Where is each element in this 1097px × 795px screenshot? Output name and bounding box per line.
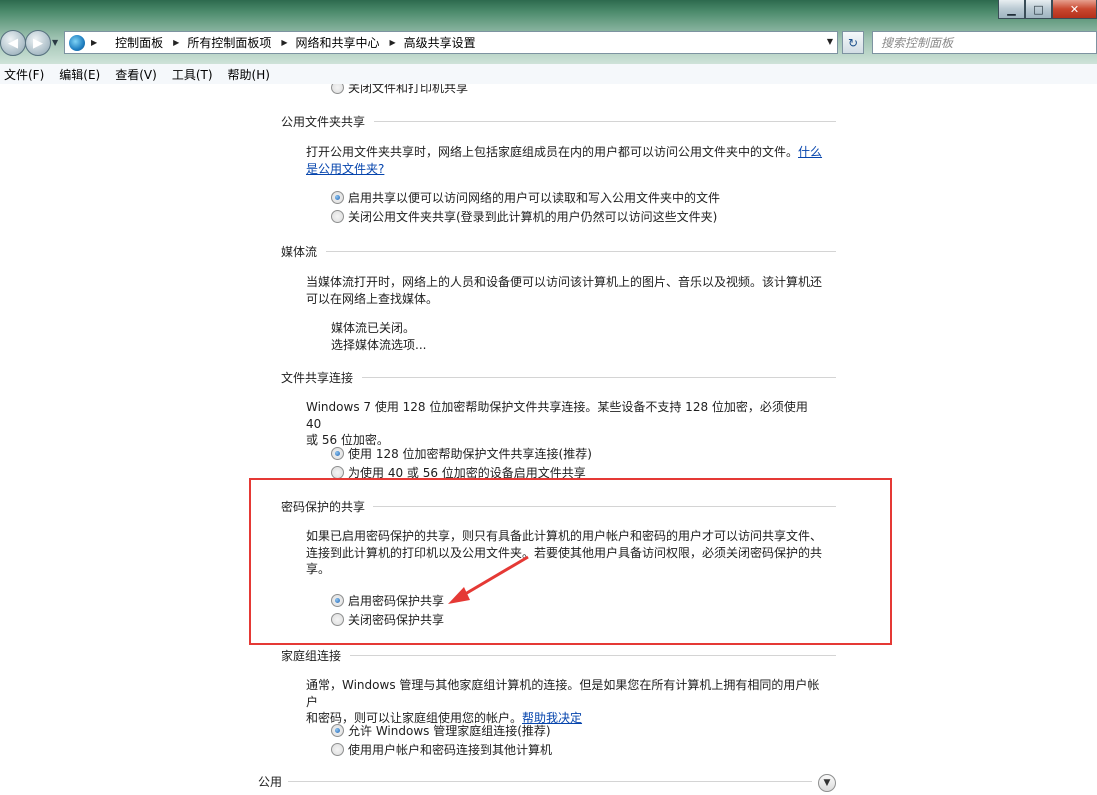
back-button[interactable]: ◀ [0,30,26,56]
radio-circle [331,743,344,756]
menu-view[interactable]: 查看(V) [115,66,157,83]
menu-bar: 文件(F) 编辑(E) 查看(V) 工具(T) 帮助(H) [0,64,1097,84]
menu-help[interactable]: 帮助(H) [228,66,270,83]
radio-circle [331,447,344,460]
breadcrumb-label: 所有控制面板项 [187,36,272,50]
public-folder-description: 打开公用文件夹共享时，网络上包括家庭组成员在内的用户都可以访问公用文件夹中的文件… [306,144,826,177]
description-text: 打开公用文件夹共享时，网络上包括家庭组成员在内的用户都可以访问公用文件夹中的文件… [306,145,799,159]
breadcrumb-root[interactable]: ▶ [91,38,105,47]
breadcrumb-label: 高级共享设置 [403,36,476,50]
expand-profile-button[interactable]: ▼ [818,774,836,792]
divider [350,655,836,656]
radio-public-folder-on[interactable]: 启用共享以便可以访问网络的用户可以读取和写入公用文件夹中的文件 [331,189,720,206]
radio-public-folder-off[interactable]: 关闭公用文件夹共享(登录到此计算机的用户仍然可以访问这些文件夹) [331,208,717,225]
refresh-button[interactable]: ↻ [842,31,864,54]
file-sharing-description: Windows 7 使用 128 位加密帮助保护文件共享连接。某些设备不支持 1… [306,399,826,449]
breadcrumb-label: 控制面板 [115,36,164,50]
radio-label: 允许 Windows 管理家庭组连接(推荐) [348,724,551,738]
radio-windows-manage-homegroup[interactable]: 允许 Windows 管理家庭组连接(推荐) [331,722,551,739]
radio-circle [331,210,344,223]
media-status: 媒体流已关闭。 [331,321,416,335]
description-line: 可以在网络上查找媒体。 [306,291,439,306]
media-description: 当媒体流打开时，网络上的人员和设备便可以访问该计算机上的图片、音乐以及视频。该计… [306,274,826,307]
profile-heading-public: 公用 [258,775,283,789]
chevron-right-icon: ▶ [389,38,396,47]
radio-128-bit[interactable]: 使用 128 位加密帮助保护文件共享连接(推荐) [331,445,592,462]
breadcrumb-advanced-sharing[interactable]: ▶ 高级共享设置 [390,34,476,51]
annotation-highlight-box [249,478,892,645]
close-button[interactable]: ✕ [1052,0,1097,19]
chevron-down-icon: ▼ [823,778,831,788]
description-line: 通常，Windows 管理与其他家庭组计算机的连接。但是如果您在所有计算机上拥有… [306,678,820,709]
description-line: Windows 7 使用 128 位加密帮助保护文件共享连接。某些设备不支持 1… [306,400,808,431]
divider [288,781,812,782]
radio-label: 使用用户帐户和密码连接到其他计算机 [348,743,553,757]
advanced-sharing-settings: 关闭文件和打印机共享 公用文件夹共享 打开公用文件夹共享时，网络上包括家庭组成员… [0,84,1097,795]
arrow-right-icon: ▶ [33,35,43,51]
recent-pages-dropdown[interactable]: ▼ [52,38,58,47]
forward-button[interactable]: ▶ [25,30,51,56]
window-titlebar: ▁ □ ✕ ◀ ▶ ▼ ▶ 控制面板 ▶ 所有控制面板项 ▶ 网络和共享中心 ▶ 高级… [0,0,1097,64]
address-bar[interactable]: ▶ 控制面板 ▶ 所有控制面板项 ▶ 网络和共享中心 ▶ 高级共享设置 ▼ [64,31,838,54]
chevron-right-icon: ▶ [91,38,98,47]
control-panel-icon [69,34,85,51]
radio-label: 启用共享以便可以访问网络的用户可以读取和写入公用文件夹中的文件 [348,191,721,205]
window-controls: ▁ □ ✕ [998,0,1097,20]
radio-circle [331,724,344,737]
search-box[interactable] [872,31,1097,54]
radio-label: 关闭公用文件夹共享(登录到此计算机的用户仍然可以访问这些文件夹) [348,210,718,224]
breadcrumb-network-center[interactable]: ▶ 网络和共享中心 [281,34,379,51]
radio-use-user-accounts[interactable]: 使用用户帐户和密码连接到其他计算机 [331,741,552,758]
radio-label: 使用 128 位加密帮助保护文件共享连接(推荐) [348,447,592,461]
link-text-part-1: 什么 [798,145,823,159]
breadcrumb-label: 网络和共享中心 [295,36,380,50]
breadcrumb-all-items[interactable]: ▶ 所有控制面板项 [173,34,271,51]
refresh-icon: ↻ [847,35,859,50]
divider [362,377,836,378]
divider [326,251,836,252]
section-heading-file-sharing: 文件共享连接 [281,371,354,385]
section-heading-public-folder: 公用文件夹共享 [281,115,366,129]
breadcrumb-control-panel[interactable]: 控制面板 [115,34,163,51]
radio-circle [331,191,344,204]
chevron-right-icon: ▶ [173,38,180,47]
maximize-button[interactable]: □ [1025,0,1052,19]
radio-label: 关闭文件和打印机共享 [348,84,469,95]
description-line: 当媒体流打开时，网络上的人员和设备便可以访问该计算机上的图片、音乐以及视频。该计… [306,275,823,289]
annotation-arrow-icon [448,555,529,604]
search-input[interactable] [881,35,1071,50]
chevron-down-icon[interactable]: ▼ [827,37,833,46]
radio-turn-off-file-printer-sharing[interactable]: 关闭文件和打印机共享 [331,84,468,96]
radio-circle [331,84,344,94]
menu-edit[interactable]: 编辑(E) [59,66,100,83]
divider [374,121,836,122]
menu-tools[interactable]: 工具(T) [172,66,213,83]
section-heading-media-streaming: 媒体流 [281,245,318,259]
minimize-button[interactable]: ▁ [998,0,1025,19]
section-heading-homegroup: 家庭组连接 [281,649,342,663]
chevron-right-icon: ▶ [281,38,288,47]
arrow-left-icon: ◀ [8,35,18,51]
link-text-part-2: 是公用文件夹? [306,161,385,176]
menu-file[interactable]: 文件(F) [4,66,44,83]
homegroup-description: 通常，Windows 管理与其他家庭组计算机的连接。但是如果您在所有计算机上拥有… [306,677,826,727]
choose-media-options-link[interactable]: 选择媒体流选项... [331,336,426,353]
